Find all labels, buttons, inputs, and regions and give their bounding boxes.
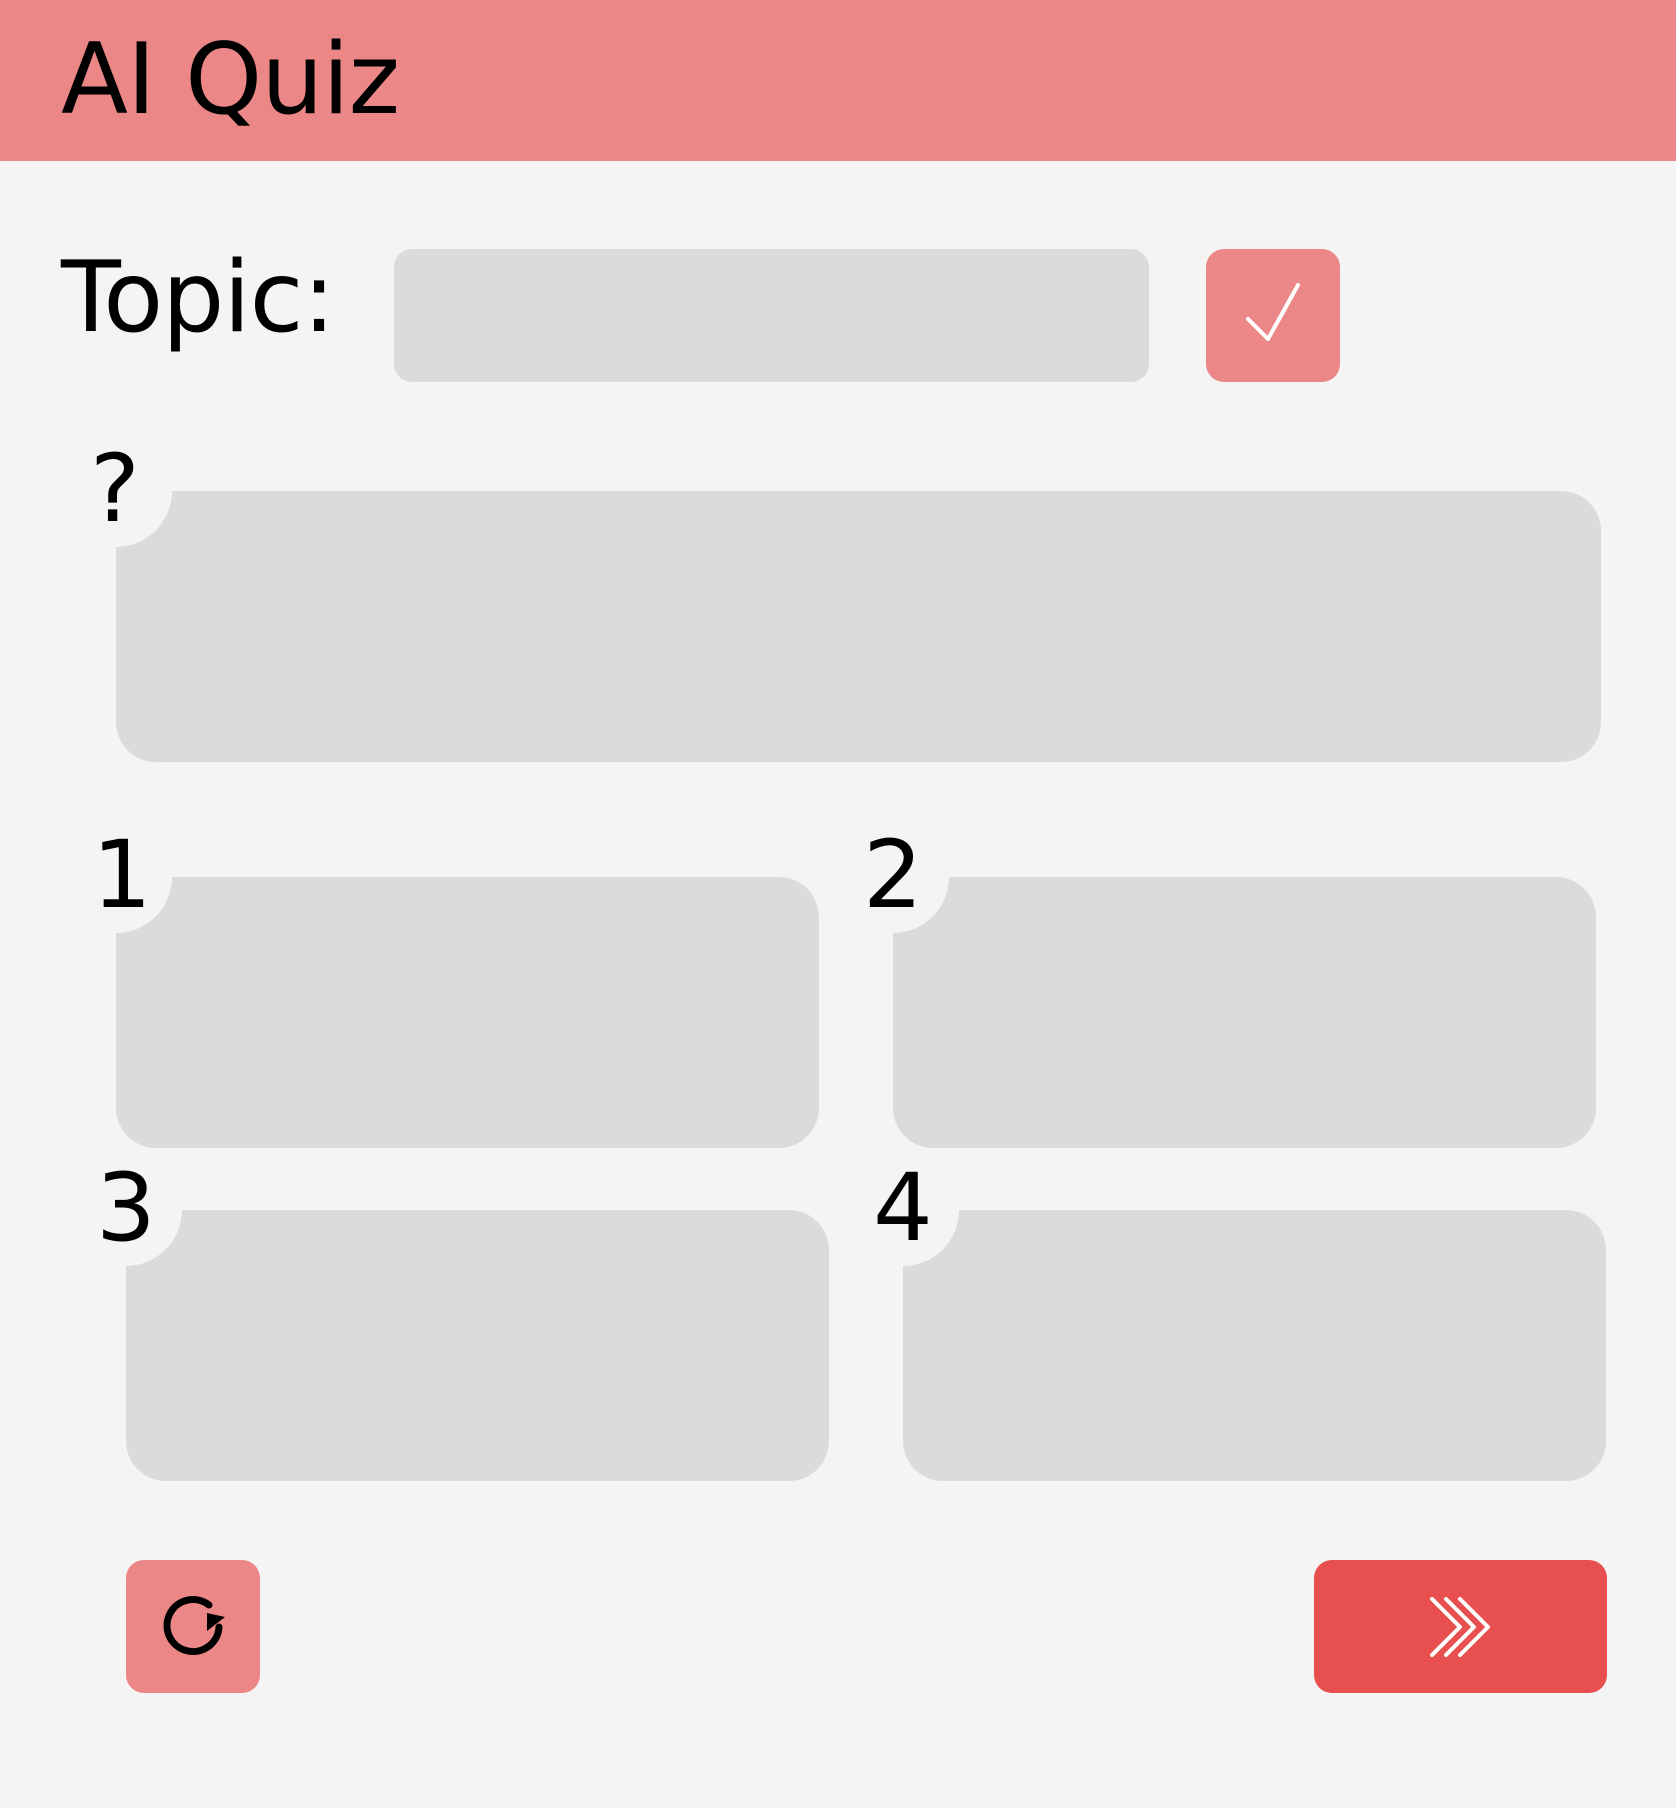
answer-option-4[interactable] xyxy=(903,1210,1606,1481)
confirm-topic-button[interactable] xyxy=(1206,249,1340,382)
triple-chevron-right-icon xyxy=(1429,1596,1490,1657)
question-marker: ? xyxy=(90,435,140,544)
next-question-button[interactable] xyxy=(1314,1560,1607,1693)
question-box xyxy=(116,491,1601,762)
answer-number-2: 2 xyxy=(863,821,923,930)
answer-number-1: 1 xyxy=(92,821,152,930)
answer-number-4: 4 xyxy=(873,1154,933,1263)
answer-option-2[interactable] xyxy=(893,877,1596,1148)
app-title: AI Quiz xyxy=(61,23,400,137)
app-header: AI Quiz xyxy=(0,0,1676,161)
topic-label: Topic: xyxy=(61,241,336,355)
refresh-button[interactable] xyxy=(126,1560,260,1693)
answer-option-3[interactable] xyxy=(126,1210,829,1481)
checkmark-icon xyxy=(1246,282,1300,341)
refresh-icon xyxy=(163,1595,225,1655)
topic-input[interactable] xyxy=(394,249,1149,382)
answer-number-3: 3 xyxy=(96,1154,156,1263)
answer-option-1[interactable] xyxy=(116,877,819,1148)
